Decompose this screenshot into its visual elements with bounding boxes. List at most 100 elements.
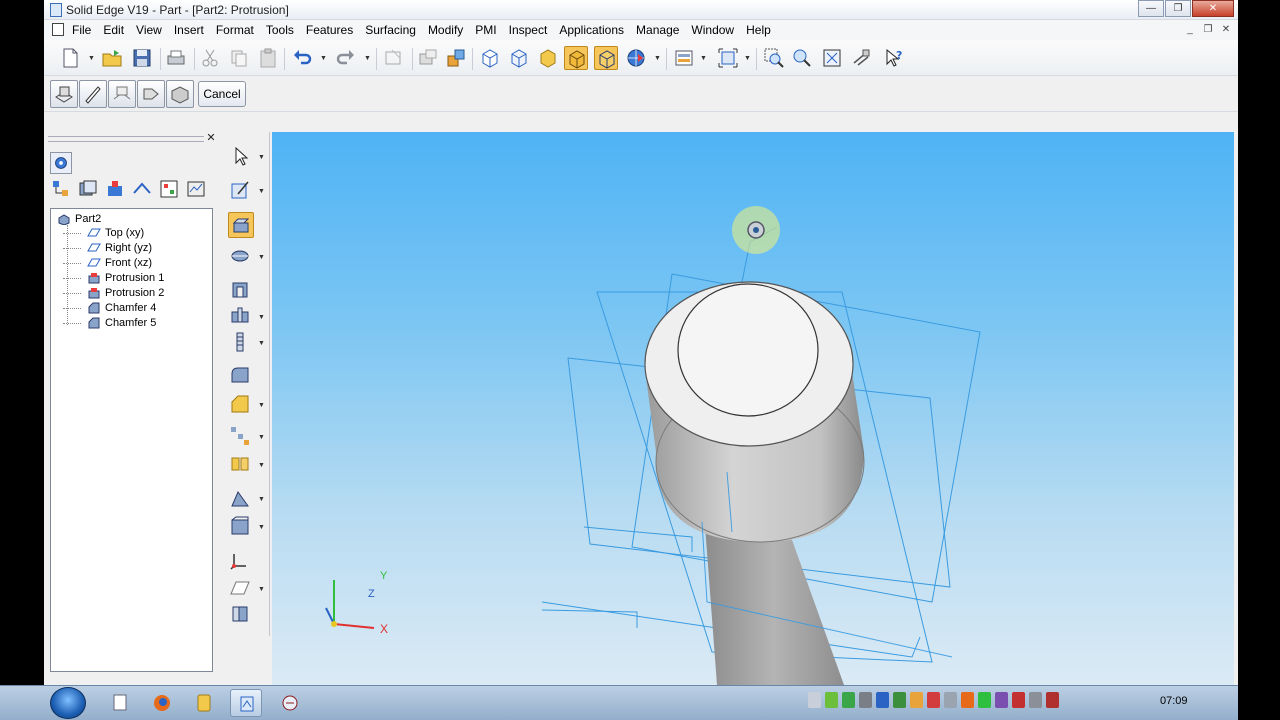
menu-insert[interactable]: Insert <box>174 23 204 37</box>
menu-help[interactable]: Help <box>746 23 771 37</box>
graphics-viewport[interactable]: X Y Z <box>272 132 1234 685</box>
tray-volume-icon[interactable] <box>1029 692 1042 708</box>
tray-bluetooth-icon[interactable] <box>876 692 889 708</box>
tree-item-chamfer-4[interactable]: Chamfer 4 <box>63 302 156 314</box>
tray-network-icon[interactable] <box>808 692 821 708</box>
round-icon[interactable] <box>228 364 254 390</box>
wireframe-box-icon[interactable] <box>478 46 502 70</box>
document-icon[interactable] <box>52 23 64 36</box>
view-named-dropdown-icon[interactable]: ▼ <box>700 55 707 62</box>
fit-dropdown-icon[interactable]: ▼ <box>744 55 751 62</box>
menu-modify[interactable]: Modify <box>428 23 463 37</box>
thin-wall-icon[interactable] <box>228 514 254 540</box>
tree-item-right[interactable]: Right (yz) <box>63 242 152 254</box>
solid-edge-launcher-icon[interactable] <box>274 689 306 717</box>
print-icon[interactable] <box>164 46 188 70</box>
pane-close-icon[interactable]: ✕ <box>204 132 218 146</box>
profile-step-icon[interactable] <box>50 80 78 108</box>
zoom-area-icon[interactable] <box>762 46 786 70</box>
minimize-button[interactable]: — <box>1138 0 1164 17</box>
family-of-parts-icon[interactable] <box>158 178 180 200</box>
menu-file[interactable]: File <box>72 23 91 37</box>
cut-icon[interactable] <box>198 46 222 70</box>
doc-close-button[interactable]: ✕ <box>1218 23 1234 37</box>
start-button[interactable] <box>50 687 86 719</box>
side-step-icon[interactable] <box>108 80 136 108</box>
menu-edit[interactable]: Edit <box>103 23 124 37</box>
hole-icon[interactable] <box>228 304 254 330</box>
redo-icon[interactable] <box>334 46 358 70</box>
firefox-icon[interactable] <box>146 689 178 717</box>
explorer-icon[interactable] <box>188 689 220 717</box>
clock[interactable]: 07:09 <box>1160 695 1188 707</box>
menu-manage[interactable]: Manage <box>636 23 679 37</box>
menu-surfacing[interactable]: Surfacing <box>365 23 416 37</box>
tree-item-protrusion-1[interactable]: Protrusion 1 <box>63 272 164 284</box>
tray-messenger-icon[interactable] <box>910 692 923 708</box>
cancel-button[interactable]: Cancel <box>198 81 246 107</box>
redo-dropdown-icon[interactable]: ▼ <box>364 55 371 62</box>
tray-media-icon[interactable] <box>995 692 1008 708</box>
solid-edge-app-icon[interactable] <box>50 3 62 17</box>
copy-icon[interactable] <box>227 46 251 70</box>
menu-applications[interactable]: Applications <box>559 23 624 37</box>
tray-alert-icon[interactable] <box>1012 692 1025 708</box>
part-copy-icon[interactable] <box>228 602 254 628</box>
menu-pmi[interactable]: PMI <box>475 23 496 37</box>
coordinate-system-icon[interactable] <box>228 548 254 574</box>
shaded-visible-edges-icon[interactable] <box>594 46 618 70</box>
undo-icon[interactable] <box>290 46 314 70</box>
fit-view-icon[interactable] <box>716 46 740 70</box>
menu-view[interactable]: View <box>136 23 162 37</box>
extent-step-icon[interactable] <box>137 80 165 108</box>
cutout-icon[interactable] <box>228 278 254 304</box>
shaded-with-edges-icon[interactable] <box>564 46 588 70</box>
thread-icon[interactable] <box>228 330 254 356</box>
doc-restore-button[interactable]: ❐ <box>1200 23 1216 37</box>
draw-profile-step-icon[interactable] <box>79 80 107 108</box>
paste-icon[interactable] <box>256 46 280 70</box>
doc-minimize-button[interactable]: _ <box>1182 23 1198 37</box>
tree-view-icon[interactable] <box>50 178 72 200</box>
tray-nvidia-icon[interactable] <box>893 692 906 708</box>
tree-item-top[interactable]: Top (xy) <box>63 227 144 239</box>
protrusion-tool-icon[interactable] <box>228 212 254 238</box>
show-desktop-icon[interactable] <box>104 689 136 717</box>
help-pointer-icon[interactable]: ? <box>882 46 906 70</box>
save-icon[interactable] <box>130 46 154 70</box>
view-orientation-icon[interactable] <box>624 46 648 70</box>
select-arrow-icon[interactable] <box>228 144 254 170</box>
shaded-box-icon[interactable] <box>536 46 560 70</box>
tree-item-chamfer-5[interactable]: Chamfer 5 <box>63 317 156 329</box>
hidden-edges-box-icon[interactable] <box>507 46 531 70</box>
view-named-icon[interactable] <box>672 46 696 70</box>
edgebar-icon[interactable] <box>131 178 153 200</box>
new-icon[interactable] <box>58 46 82 70</box>
tree-item-protrusion-2[interactable]: Protrusion 2 <box>63 287 164 299</box>
tray-play-icon[interactable] <box>978 692 991 708</box>
mirror-icon[interactable] <box>228 452 254 478</box>
fit-all-icon[interactable] <box>820 46 844 70</box>
tray-usb-icon[interactable] <box>859 692 872 708</box>
pathfinder-tab-icon[interactable] <box>50 152 72 174</box>
sensors-icon[interactable] <box>185 178 207 200</box>
tray-app-icon[interactable] <box>961 692 974 708</box>
zoom-icon[interactable] <box>790 46 814 70</box>
treatment-step-icon[interactable] <box>166 80 194 108</box>
features-icon[interactable] <box>104 178 126 200</box>
sketch-tool-icon[interactable] <box>228 178 254 204</box>
rib-icon[interactable] <box>228 486 254 512</box>
new-dropdown-icon[interactable]: ▼ <box>88 55 95 62</box>
view-orientation-dropdown-icon[interactable]: ▼ <box>654 55 661 62</box>
menu-features[interactable]: Features <box>306 23 353 37</box>
sketch-icon[interactable] <box>382 46 406 70</box>
select-tool-icon[interactable] <box>416 46 440 70</box>
menu-tools[interactable]: Tools <box>266 23 294 37</box>
undo-dropdown-icon[interactable]: ▼ <box>320 55 327 62</box>
tray-update-icon[interactable] <box>842 692 855 708</box>
close-button[interactable]: ✕ <box>1192 0 1234 17</box>
chamfer-tool-icon[interactable] <box>228 392 254 418</box>
restore-button[interactable]: ❐ <box>1165 0 1191 17</box>
tray-battery-icon[interactable] <box>825 692 838 708</box>
menu-window[interactable]: Window <box>691 23 734 37</box>
